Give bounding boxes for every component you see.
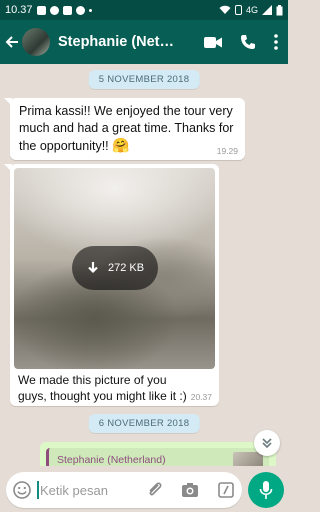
- paperclip-icon: [149, 482, 162, 496]
- hugging-face-emoji: 🤗: [112, 137, 130, 153]
- video-call-icon[interactable]: [204, 36, 222, 49]
- status-bar: 10.37 4G: [0, 0, 288, 20]
- date-separator: 5 NOVEMBER 2018: [88, 70, 200, 89]
- text-cursor: [37, 481, 39, 499]
- chat-icon: [49, 5, 59, 15]
- telegram-icon: [75, 5, 85, 15]
- chat-area[interactable]: 5 NOVEMBER 2018 Prima kassi!! We enjoyed…: [0, 64, 288, 466]
- attach-button[interactable]: [146, 481, 164, 499]
- chat-header: Stephanie (Netherland): [0, 20, 288, 64]
- wifi-icon: [219, 5, 231, 14]
- download-arrow-icon: [88, 262, 98, 274]
- download-button[interactable]: 272 KB: [72, 246, 158, 290]
- compose-bar: Ketik pesan: [0, 466, 288, 512]
- slash-command-icon: [218, 482, 234, 498]
- message-input-container[interactable]: Ketik pesan: [6, 472, 242, 508]
- back-button[interactable]: [4, 20, 20, 64]
- facebook-icon: [62, 5, 72, 15]
- download-size: 272 KB: [107, 262, 145, 274]
- message-bubble-outgoing[interactable]: Stephanie (Netherland): [40, 442, 276, 466]
- more-vert-icon[interactable]: [274, 34, 278, 50]
- quoted-sender-name: Stephanie (Netherland): [57, 454, 166, 466]
- vibrate-icon: [234, 5, 242, 15]
- message-input[interactable]: Ketik pesan: [40, 483, 108, 498]
- blurred-image-preview[interactable]: 272 KB: [14, 168, 215, 369]
- sticker-button[interactable]: [217, 481, 235, 499]
- microphone-icon: [259, 481, 273, 499]
- camera-button[interactable]: [181, 481, 199, 499]
- camera-icon: [182, 483, 198, 497]
- phone-call-icon[interactable]: [240, 34, 256, 50]
- sms-icon: [36, 5, 46, 15]
- double-chevron-down-icon: [262, 438, 272, 449]
- image-caption: We made this picture of you guys, though…: [18, 373, 187, 403]
- message-time: 19.29: [216, 146, 238, 156]
- emoji-icon: [13, 481, 31, 499]
- avatar[interactable]: [22, 28, 50, 56]
- date-separator: 6 NOVEMBER 2018: [88, 414, 200, 433]
- battery-icon: [276, 4, 283, 15]
- quoted-image-thumbnail: [233, 452, 263, 466]
- signal-icon: [262, 5, 272, 15]
- more-notifications-icon: [88, 8, 92, 12]
- image-message-bubble[interactable]: 272 KB We made this picture of you guys,…: [4, 164, 219, 406]
- arrow-left-icon: [5, 36, 18, 48]
- network-label: 4G: [245, 5, 258, 15]
- voice-message-button[interactable]: [248, 472, 284, 508]
- quoted-message[interactable]: Stephanie (Netherland): [46, 448, 269, 466]
- scroll-to-bottom-button[interactable]: [254, 430, 280, 456]
- contact-name[interactable]: Stephanie (Netherland): [58, 34, 176, 50]
- message-bubble-incoming[interactable]: Prima kassi!! We enjoyed the tour very m…: [4, 98, 245, 160]
- message-time: 20.37: [190, 392, 212, 402]
- emoji-button[interactable]: [13, 481, 31, 499]
- status-time: 10.37: [5, 4, 33, 16]
